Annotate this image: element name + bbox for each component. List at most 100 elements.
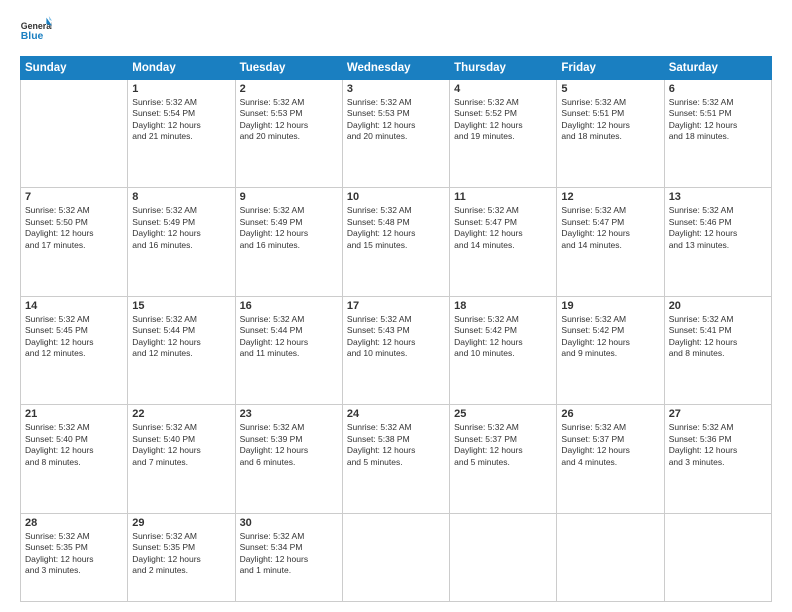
day-number: 2: [240, 83, 338, 95]
calendar-cell: 2 Sunrise: 5:32 AMSunset: 5:53 PMDaylight…: [235, 80, 342, 188]
calendar-cell: 21 Sunrise: 5:32 AMSunset: 5:40 PMDayligh…: [21, 405, 128, 513]
cell-info: Sunrise: 5:32 AMSunset: 5:45 PMDaylight:…: [25, 314, 123, 360]
svg-text:Blue: Blue: [21, 31, 44, 42]
calendar-cell: 19 Sunrise: 5:32 AMSunset: 5:42 PMDayligh…: [557, 296, 664, 404]
cell-info: Sunrise: 5:32 AMSunset: 5:42 PMDaylight:…: [454, 314, 552, 360]
calendar-cell: 18 Sunrise: 5:32 AMSunset: 5:42 PMDayligh…: [450, 296, 557, 404]
day-number: 13: [669, 191, 767, 203]
calendar-cell: 22 Sunrise: 5:32 AMSunset: 5:40 PMDayligh…: [128, 405, 235, 513]
day-number: 14: [25, 300, 123, 312]
day-number: 1: [132, 83, 230, 95]
logo-icon: General Blue: [20, 16, 52, 48]
weekday-header-friday: Friday: [557, 57, 664, 80]
calendar-cell: [664, 513, 771, 601]
cell-info: Sunrise: 5:32 AMSunset: 5:50 PMDaylight:…: [25, 205, 123, 251]
calendar-cell: 14 Sunrise: 5:32 AMSunset: 5:45 PMDayligh…: [21, 296, 128, 404]
calendar-cell: 26 Sunrise: 5:32 AMSunset: 5:37 PMDayligh…: [557, 405, 664, 513]
cell-info: Sunrise: 5:32 AMSunset: 5:37 PMDaylight:…: [561, 422, 659, 468]
calendar-cell: 25Sunrise: 5:32 AMSunset: 5:37 PMDayligh…: [450, 405, 557, 513]
day-number: 26: [561, 408, 659, 420]
weekday-header-saturday: Saturday: [664, 57, 771, 80]
cell-info: Sunrise: 5:32 AMSunset: 5:47 PMDaylight:…: [561, 205, 659, 251]
calendar-cell: 27 Sunrise: 5:32 AMSunset: 5:36 PMDayligh…: [664, 405, 771, 513]
cell-info: Sunrise: 5:32 AMSunset: 5:39 PMDaylight:…: [240, 422, 338, 468]
calendar-cell: 1 Sunrise: 5:32 AMSunset: 5:54 PMDaylight…: [128, 80, 235, 188]
calendar-cell: 6 Sunrise: 5:32 AMSunset: 5:51 PMDaylight…: [664, 80, 771, 188]
calendar-row-4: 28Sunrise: 5:32 AMSunset: 5:35 PMDayligh…: [21, 513, 772, 601]
calendar-cell: 29 Sunrise: 5:32 AMSunset: 5:35 PMDayligh…: [128, 513, 235, 601]
weekday-header-monday: Monday: [128, 57, 235, 80]
calendar-cell: 20 Sunrise: 5:32 AMSunset: 5:41 PMDayligh…: [664, 296, 771, 404]
cell-info: Sunrise: 5:32 AMSunset: 5:49 PMDaylight:…: [240, 205, 338, 251]
cell-info: Sunrise: 5:32 AMSunset: 5:54 PMDaylight:…: [132, 97, 230, 143]
day-number: 24: [347, 408, 445, 420]
day-number: 16: [240, 300, 338, 312]
day-number: 30: [240, 517, 338, 529]
calendar-row-1: 7Sunrise: 5:32 AMSunset: 5:50 PMDaylight…: [21, 188, 772, 296]
calendar-cell: [450, 513, 557, 601]
cell-info: Sunrise: 5:32 AMSunset: 5:51 PMDaylight:…: [561, 97, 659, 143]
day-number: 20: [669, 300, 767, 312]
cell-info: Sunrise: 5:32 AMSunset: 5:52 PMDaylight:…: [454, 97, 552, 143]
cell-info: Sunrise: 5:32 AMSunset: 5:53 PMDaylight:…: [240, 97, 338, 143]
day-number: 15: [132, 300, 230, 312]
cell-info: Sunrise: 5:32 AMSunset: 5:51 PMDaylight:…: [669, 97, 767, 143]
day-number: 8: [132, 191, 230, 203]
calendar-cell: [342, 513, 449, 601]
day-number: 6: [669, 83, 767, 95]
cell-info: Sunrise: 5:32 AMSunset: 5:46 PMDaylight:…: [669, 205, 767, 251]
logo: General Blue: [20, 16, 52, 48]
day-number: 17: [347, 300, 445, 312]
calendar-cell: 8 Sunrise: 5:32 AMSunset: 5:49 PMDaylight…: [128, 188, 235, 296]
calendar-cell: 4Sunrise: 5:32 AMSunset: 5:52 PMDaylight…: [450, 80, 557, 188]
cell-info: Sunrise: 5:32 AMSunset: 5:35 PMDaylight:…: [132, 531, 230, 577]
calendar-cell: 9 Sunrise: 5:32 AMSunset: 5:49 PMDaylight…: [235, 188, 342, 296]
day-number: 5: [561, 83, 659, 95]
cell-info: Sunrise: 5:32 AMSunset: 5:40 PMDaylight:…: [132, 422, 230, 468]
day-number: 29: [132, 517, 230, 529]
calendar-table: SundayMondayTuesdayWednesdayThursdayFrid…: [20, 56, 772, 602]
cell-info: Sunrise: 5:32 AMSunset: 5:53 PMDaylight:…: [347, 97, 445, 143]
calendar-cell: 28Sunrise: 5:32 AMSunset: 5:35 PMDayligh…: [21, 513, 128, 601]
calendar-cell: 10 Sunrise: 5:32 AMSunset: 5:48 PMDayligh…: [342, 188, 449, 296]
calendar-cell: 13 Sunrise: 5:32 AMSunset: 5:46 PMDayligh…: [664, 188, 771, 296]
day-number: 11: [454, 191, 552, 203]
header: General Blue: [20, 16, 772, 48]
day-number: 18: [454, 300, 552, 312]
cell-info: Sunrise: 5:32 AMSunset: 5:43 PMDaylight:…: [347, 314, 445, 360]
page: General Blue SundayMondayTuesdayWednesda…: [0, 0, 792, 612]
cell-info: Sunrise: 5:32 AMSunset: 5:41 PMDaylight:…: [669, 314, 767, 360]
day-number: 27: [669, 408, 767, 420]
cell-info: Sunrise: 5:32 AMSunset: 5:44 PMDaylight:…: [240, 314, 338, 360]
weekday-header-row: SundayMondayTuesdayWednesdayThursdayFrid…: [21, 57, 772, 80]
calendar-cell: [557, 513, 664, 601]
day-number: 21: [25, 408, 123, 420]
calendar-row-2: 14 Sunrise: 5:32 AMSunset: 5:45 PMDayligh…: [21, 296, 772, 404]
calendar-cell: 5 Sunrise: 5:32 AMSunset: 5:51 PMDaylight…: [557, 80, 664, 188]
cell-info: Sunrise: 5:32 AMSunset: 5:36 PMDaylight:…: [669, 422, 767, 468]
cell-info: Sunrise: 5:32 AMSunset: 5:40 PMDaylight:…: [25, 422, 123, 468]
calendar-row-0: 1 Sunrise: 5:32 AMSunset: 5:54 PMDaylight…: [21, 80, 772, 188]
cell-info: Sunrise: 5:32 AMSunset: 5:34 PMDaylight:…: [240, 531, 338, 577]
cell-info: Sunrise: 5:32 AMSunset: 5:49 PMDaylight:…: [132, 205, 230, 251]
day-number: 9: [240, 191, 338, 203]
weekday-header-wednesday: Wednesday: [342, 57, 449, 80]
day-number: 10: [347, 191, 445, 203]
day-number: 22: [132, 408, 230, 420]
cell-info: Sunrise: 5:32 AMSunset: 5:37 PMDaylight:…: [454, 422, 552, 468]
day-number: 3: [347, 83, 445, 95]
cell-info: Sunrise: 5:32 AMSunset: 5:44 PMDaylight:…: [132, 314, 230, 360]
calendar-cell: 17 Sunrise: 5:32 AMSunset: 5:43 PMDayligh…: [342, 296, 449, 404]
weekday-header-sunday: Sunday: [21, 57, 128, 80]
day-number: 19: [561, 300, 659, 312]
calendar-cell: 15 Sunrise: 5:32 AMSunset: 5:44 PMDayligh…: [128, 296, 235, 404]
day-number: 23: [240, 408, 338, 420]
calendar-cell: 24Sunrise: 5:32 AMSunset: 5:38 PMDayligh…: [342, 405, 449, 513]
calendar-cell: 3 Sunrise: 5:32 AMSunset: 5:53 PMDaylight…: [342, 80, 449, 188]
cell-info: Sunrise: 5:32 AMSunset: 5:47 PMDaylight:…: [454, 205, 552, 251]
calendar-cell: 11 Sunrise: 5:32 AMSunset: 5:47 PMDayligh…: [450, 188, 557, 296]
cell-info: Sunrise: 5:32 AMSunset: 5:35 PMDaylight:…: [25, 531, 123, 577]
cell-info: Sunrise: 5:32 AMSunset: 5:48 PMDaylight:…: [347, 205, 445, 251]
cell-info: Sunrise: 5:32 AMSunset: 5:42 PMDaylight:…: [561, 314, 659, 360]
calendar-cell: [21, 80, 128, 188]
